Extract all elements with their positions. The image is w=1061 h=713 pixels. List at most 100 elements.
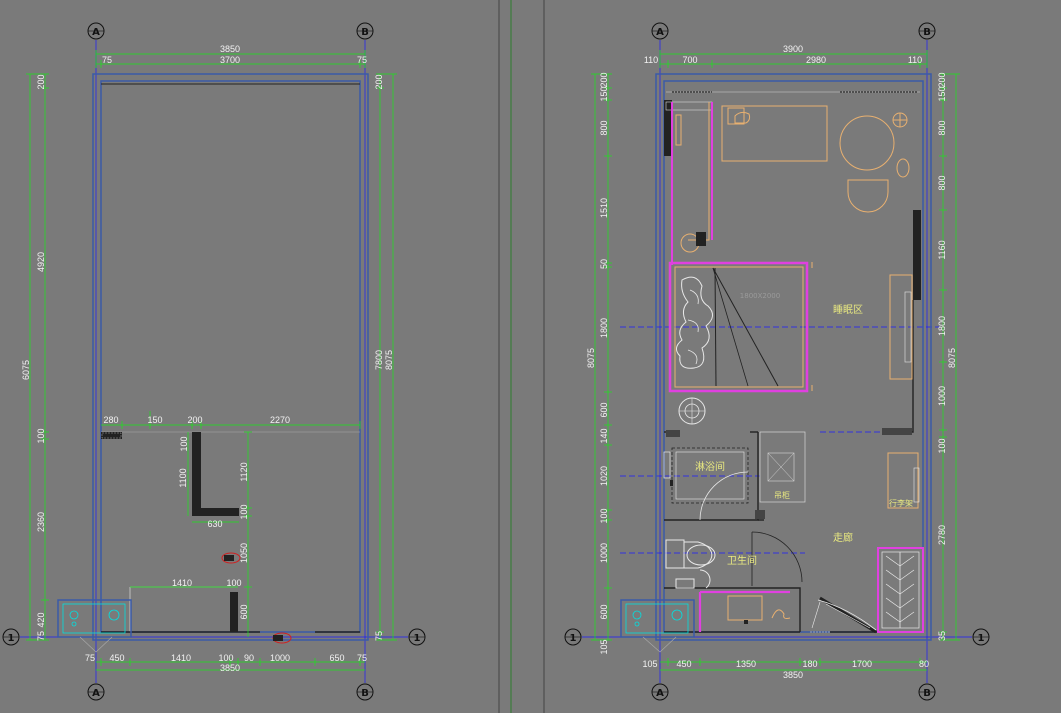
svg-text:8075: 8075	[384, 350, 394, 370]
svg-text:100: 100	[226, 578, 241, 588]
svg-text:200: 200	[36, 74, 46, 89]
svg-text:75: 75	[357, 653, 367, 663]
right-dimension-texts: 3900 110 700 2980 110 200 150 800 1510 5…	[586, 44, 957, 680]
svg-text:100: 100	[599, 508, 609, 523]
svg-text:90: 90	[244, 653, 254, 663]
left-total-dim: 8075	[586, 348, 596, 368]
svg-text:100: 100	[218, 653, 233, 663]
svg-text:2780: 2780	[937, 525, 947, 545]
svg-text:450: 450	[676, 659, 691, 669]
svg-text:1: 1	[8, 633, 15, 644]
svg-text:600: 600	[599, 604, 609, 619]
left-partitions	[101, 432, 360, 633]
svg-text:2980: 2980	[806, 55, 826, 65]
svg-text:1410: 1410	[172, 578, 192, 588]
axis-bubble-b-top: B	[356, 22, 374, 40]
svg-text:630: 630	[207, 519, 222, 529]
axis-bubble-a-bottom: A	[651, 683, 669, 701]
svg-text:1800: 1800	[599, 318, 609, 338]
axis-bubble-1-right: 1	[972, 628, 990, 646]
svg-text:B: B	[361, 688, 369, 699]
axis-bubble-1-left: 1	[2, 628, 20, 646]
left-wall-lines	[101, 83, 360, 433]
axis-bubble-b-bottom: B	[356, 683, 374, 701]
closet-frame	[680, 102, 710, 253]
svg-text:2270: 2270	[270, 415, 290, 425]
svg-text:A: A	[656, 27, 664, 38]
svg-text:450: 450	[109, 653, 124, 663]
svg-text:1000: 1000	[937, 386, 947, 406]
svg-text:600: 600	[599, 402, 609, 417]
svg-text:200: 200	[599, 72, 609, 87]
left-ac-unit	[57, 599, 132, 653]
svg-text:150: 150	[937, 86, 947, 101]
svg-text:B: B	[361, 27, 369, 38]
svg-text:100: 100	[36, 428, 46, 443]
room-labels: 睡眠区 淋浴间 卫生间 走廊 行李架 吊柜	[695, 303, 913, 567]
svg-text:1120: 1120	[239, 462, 249, 481]
svg-text:420: 420	[36, 612, 46, 627]
left-axis-lines	[20, 40, 408, 683]
axis-bubble-b-top: B	[918, 22, 936, 40]
svg-text:35: 35	[937, 631, 947, 641]
bottom-total-dim: 3850	[783, 670, 803, 680]
svg-text:1000: 1000	[270, 653, 290, 663]
shower-room	[663, 447, 749, 521]
axis-bubble-1-right: 1	[408, 628, 426, 646]
desk-area	[665, 101, 910, 213]
svg-text:75: 75	[357, 55, 367, 65]
bottom-total-dim: 3850	[220, 663, 240, 673]
left-plan[interactable]: A B A B 1 1 3850 75 3700 75 200 4920 607…	[2, 22, 426, 701]
wardrobe	[877, 547, 924, 633]
left-dimension-lines	[26, 50, 397, 671]
svg-text:B: B	[923, 688, 931, 699]
svg-text:1100: 1100	[178, 468, 188, 487]
axis-bubble-b-bottom: B	[918, 683, 936, 701]
svg-text:7800: 7800	[374, 350, 384, 370]
top-total-dim: 3900	[783, 44, 803, 54]
svg-text:A: A	[656, 688, 664, 699]
svg-text:1: 1	[570, 633, 577, 644]
svg-text:150: 150	[599, 86, 609, 101]
svg-text:100: 100	[239, 504, 249, 519]
svg-text:600: 600	[239, 604, 249, 619]
svg-text:1000: 1000	[599, 543, 609, 563]
right-plan[interactable]: A B A B 1 1 1800X2000 睡眠区 淋浴间 卫生间 走廊 行李架…	[564, 22, 990, 701]
svg-text:180: 180	[802, 659, 817, 669]
svg-text:100: 100	[937, 438, 947, 453]
svg-text:140: 140	[599, 428, 609, 443]
svg-text:105: 105	[642, 659, 657, 669]
svg-text:1700: 1700	[852, 659, 872, 669]
svg-text:A: A	[92, 27, 100, 38]
svg-text:1800: 1800	[937, 316, 947, 336]
svg-text:105: 105	[599, 639, 609, 654]
viewport-frames	[498, 0, 545, 713]
svg-text:1: 1	[414, 633, 421, 644]
svg-text:6075: 6075	[21, 360, 31, 380]
svg-text:75: 75	[85, 653, 95, 663]
room-label-sleep: 睡眠区	[833, 303, 863, 316]
svg-text:200: 200	[937, 72, 947, 87]
axis-bubble-a-top: A	[651, 22, 669, 40]
svg-text:700: 700	[682, 55, 697, 65]
svg-text:110: 110	[908, 55, 922, 65]
top-total-dim: 3850	[220, 44, 240, 54]
cad-drawing-canvas[interactable]: A B A B 1 1 3850 75 3700 75 200 4920 607…	[0, 0, 1061, 713]
svg-text:800: 800	[937, 175, 947, 190]
svg-text:75: 75	[36, 631, 46, 641]
svg-text:280: 280	[103, 415, 118, 425]
svg-text:110: 110	[644, 55, 658, 65]
svg-text:1510: 1510	[599, 198, 609, 218]
vanity	[698, 590, 791, 632]
svg-text:100: 100	[179, 436, 189, 451]
svg-text:80: 80	[919, 659, 929, 669]
right-axis-bubbles: A B A B 1 1	[564, 22, 990, 701]
svg-text:1: 1	[978, 633, 985, 644]
svg-text:1350: 1350	[736, 659, 756, 669]
axis-bubble-a-bottom: A	[87, 683, 105, 701]
left-axis-bubbles: A B A B 1 1	[2, 22, 426, 701]
axis-bubble-1-left: 1	[564, 628, 582, 646]
entry-door	[810, 596, 877, 634]
right-total-dim: 8075	[947, 348, 957, 368]
axis-bubble-a-top: A	[87, 22, 105, 40]
